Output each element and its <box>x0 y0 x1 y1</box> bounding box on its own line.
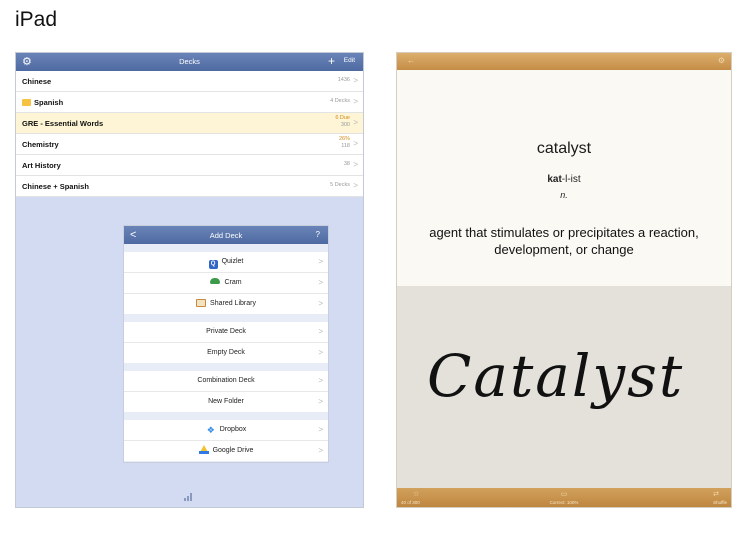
deck-row-gre[interactable]: GRE - Essential Words 6 Due 300 > <box>16 113 363 134</box>
chevron-right-icon: > <box>318 278 323 287</box>
chevron-right-icon: > <box>353 181 358 190</box>
deck-count: 6 Due 300 <box>335 115 350 129</box>
chevron-right-icon: > <box>318 299 323 308</box>
deck-list: Chinese 1436 > Spanish 4 Decks > GRE - E… <box>16 71 363 197</box>
dropbox-icon: ❖ <box>206 425 215 435</box>
chevron-right-icon: > <box>318 327 323 336</box>
part-of-speech: n. <box>560 190 568 200</box>
add-deck-popover: < Add Deck ? Q Quizlet > Cram > Shared Li… <box>123 225 329 463</box>
deck-name: Chinese + Spanish <box>22 182 89 191</box>
bottom-toolbar: ☆ ▭ ⇄ 40 of 300 Correct: 100% Shuffle <box>397 488 731 507</box>
option-label: New Folder <box>208 398 244 405</box>
correct-percent: Correct: 100% <box>549 500 579 505</box>
cloud-group: ❖ Dropbox > Google Drive > <box>124 420 328 461</box>
pronunciation-rest: -l-ist <box>561 174 581 185</box>
option-label: Google Drive <box>212 447 254 454</box>
progress-percent: 26% <box>338 136 350 142</box>
top-toolbar: ← ⚙ <box>397 53 731 70</box>
shuffle-label: Shuffle <box>713 500 727 505</box>
new-deck-group: Private Deck > Empty Deck > <box>124 322 328 363</box>
combination-deck-option[interactable]: Combination Deck > <box>124 371 328 392</box>
private-deck-option[interactable]: Private Deck > <box>124 322 328 343</box>
card-front[interactable]: catalyst kat-l-ist n. agent that stimula… <box>397 70 731 286</box>
deck-row-art-history[interactable]: Art History 38 > <box>16 155 363 176</box>
import-sources-group: Q Quizlet > Cram > Shared Library > <box>124 252 328 314</box>
settings-gear-icon[interactable]: ⚙ <box>718 56 725 65</box>
pronunciation: kat-l-ist <box>397 174 731 185</box>
option-label: Shared Library <box>210 300 256 307</box>
deck-count: 4 Decks <box>330 98 350 104</box>
library-icon <box>196 299 207 307</box>
chevron-right-icon: > <box>353 76 358 85</box>
card-count: 300 <box>340 122 350 128</box>
help-button[interactable]: ? <box>316 230 320 239</box>
cram-icon <box>210 278 221 284</box>
google-drive-option[interactable]: Google Drive > <box>124 441 328 461</box>
handwritten-answer: Catalyst <box>427 342 685 410</box>
dropbox-option[interactable]: ❖ Dropbox > <box>124 420 328 441</box>
handwriting-pad[interactable]: Catalyst <box>397 286 731 490</box>
folder-icon <box>22 99 31 106</box>
deck-row-spanish-folder[interactable]: Spanish 4 Decks > <box>16 92 363 113</box>
chevron-right-icon: > <box>318 376 323 385</box>
option-label: Cram <box>224 279 242 286</box>
option-label: Quizlet <box>221 258 244 265</box>
add-deck-title: Add Deck <box>209 231 243 240</box>
chevron-right-icon: > <box>318 397 323 406</box>
option-label: Private Deck <box>206 328 246 335</box>
option-label: Combination Deck <box>197 377 255 384</box>
deck-name: Art History <box>22 161 61 170</box>
card-icon[interactable]: ▭ <box>397 490 731 498</box>
pronunciation-stress: kat <box>547 174 562 185</box>
shuffle-icon[interactable]: ⇄ <box>713 490 719 498</box>
deck-count: 5 Decks <box>330 182 350 188</box>
study-card-screen: ← ⚙ catalyst kat-l-ist n. agent that sti… <box>396 52 732 508</box>
empty-deck-option[interactable]: Empty Deck > <box>124 343 328 363</box>
deck-name: Chemistry <box>22 140 59 149</box>
edit-button[interactable]: Edit <box>344 57 355 64</box>
deck-count: 26% 118 <box>339 136 350 150</box>
add-deck-nav-bar: < Add Deck ? <box>124 226 328 244</box>
deck-name: Chinese <box>22 77 52 86</box>
quizlet-option[interactable]: Q Quizlet > <box>124 252 328 273</box>
new-folder-option[interactable]: New Folder > <box>124 392 328 412</box>
deck-count: 1436 <box>337 77 350 83</box>
option-label: Dropbox <box>219 426 247 433</box>
cram-option[interactable]: Cram > <box>124 273 328 294</box>
back-arrow-icon[interactable]: ← <box>407 56 415 65</box>
google-drive-icon <box>198 445 209 454</box>
chevron-right-icon: > <box>353 160 358 169</box>
decks-title: Decks <box>179 57 200 66</box>
quizlet-icon: Q <box>208 260 218 269</box>
decks-nav-bar: ⚙ Decks + Edit <box>16 53 363 71</box>
chevron-right-icon: > <box>318 257 323 266</box>
due-count: 6 Due <box>335 115 350 121</box>
deck-row-chemistry[interactable]: Chemistry 26% 118 > <box>16 134 363 155</box>
deck-name: GRE - Essential Words <box>22 119 104 128</box>
chevron-right-icon: > <box>318 446 323 455</box>
shared-library-option[interactable]: Shared Library > <box>124 294 328 314</box>
chevron-right-icon: > <box>353 139 358 148</box>
chevron-right-icon: > <box>353 97 358 106</box>
deck-count: 38 <box>343 161 350 167</box>
page-label: iPad <box>15 8 58 31</box>
chevron-right-icon: > <box>318 348 323 357</box>
deck-name: Spanish <box>34 98 64 107</box>
deck-row-chinese-spanish[interactable]: Chinese + Spanish 5 Decks > <box>16 176 363 197</box>
definition: agent that stimulates or precipitates a … <box>429 225 699 257</box>
add-deck-button[interactable]: + <box>328 54 335 68</box>
chevron-right-icon: > <box>353 118 358 127</box>
stats-bar-icon[interactable] <box>184 493 194 501</box>
card-count: 118 <box>341 143 350 149</box>
deck-row-chinese[interactable]: Chinese 1436 > <box>16 71 363 92</box>
chevron-right-icon: > <box>318 425 323 434</box>
card-term: catalyst <box>536 140 592 157</box>
decks-screen: ⚙ Decks + Edit Chinese 1436 > Spanish 4 … <box>15 52 364 508</box>
option-label: Empty Deck <box>207 349 245 356</box>
organize-group: Combination Deck > New Folder > <box>124 371 328 412</box>
